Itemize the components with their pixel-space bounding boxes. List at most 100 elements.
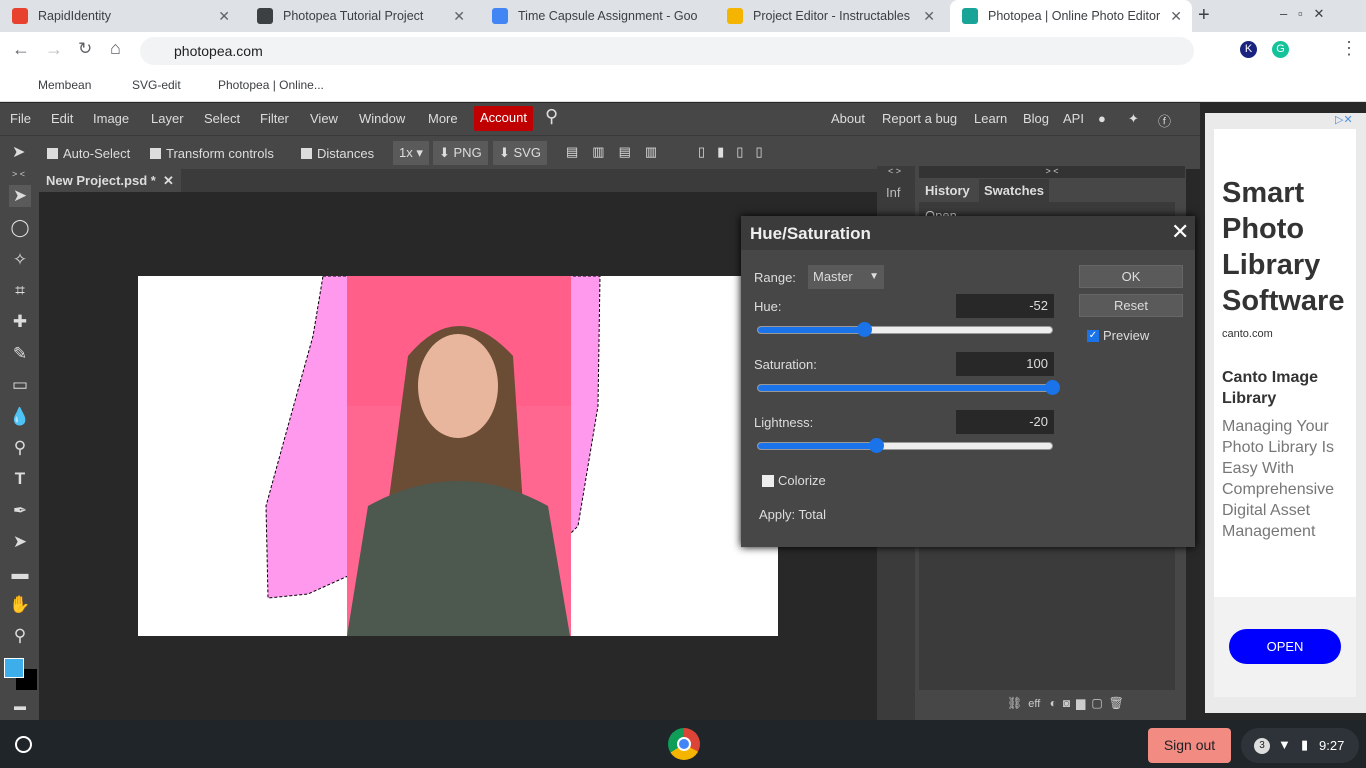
launcher-icon[interactable] <box>15 736 32 753</box>
path-select-icon[interactable]: ➤ <box>9 531 31 553</box>
menu-learn[interactable]: Learn <box>974 111 1007 126</box>
search-icon[interactable]: ⚲ <box>545 106 558 127</box>
sign-out-button[interactable]: Sign out <box>1148 728 1231 763</box>
colorize-checkbox[interactable] <box>762 475 774 487</box>
rectangle-tool-icon[interactable]: ▬ <box>9 563 31 585</box>
url-bar[interactable]: photopea.com <box>140 37 1194 65</box>
label: PNG <box>453 145 482 160</box>
menu-blog[interactable]: Blog <box>1023 111 1049 126</box>
ad-open-button[interactable]: OPEN <box>1229 629 1341 664</box>
expand-toggle[interactable]: < > <box>888 166 901 176</box>
distribute-icons[interactable]: ▯▮▯▯ <box>698 144 775 160</box>
canvas-image[interactable] <box>138 276 778 636</box>
quick-mask-icon[interactable]: ▬ <box>9 695 31 717</box>
extension-k-icon[interactable]: K <box>1240 41 1257 58</box>
transform-controls-checkbox[interactable]: Transform controls <box>150 146 274 161</box>
pen-tool-icon[interactable]: ✒ <box>9 500 31 522</box>
align-icons[interactable]: ▤▥▤▥ <box>566 144 671 160</box>
preview-label: Preview <box>1103 328 1150 343</box>
menu-image[interactable]: Image <box>93 111 129 126</box>
lightness-slider[interactable] <box>757 438 1053 453</box>
browser-tab[interactable]: Time Capsule Assignment - Goo <box>480 0 710 32</box>
menu-select[interactable]: Select <box>204 111 240 126</box>
battery-icon: ▮ <box>1301 737 1309 752</box>
lightness-input[interactable]: -20 <box>956 410 1054 434</box>
brush-tool-icon[interactable]: ✎ <box>9 343 31 365</box>
menu-view[interactable]: View <box>310 111 338 126</box>
browser-tab-active[interactable]: Photopea | Online Photo Editor ✕ <box>950 0 1192 32</box>
bookmark-membean[interactable]: Membean <box>38 78 91 92</box>
ad-domain[interactable]: canto.com <box>1222 328 1273 340</box>
menu-about[interactable]: About <box>831 111 865 126</box>
foreground-color-swatch[interactable] <box>4 658 24 678</box>
forward-icon[interactable]: → <box>45 39 63 60</box>
menu-window[interactable]: Window <box>359 111 405 126</box>
move-tool-icon[interactable]: ➤ <box>9 185 31 207</box>
menu-file[interactable]: File <box>10 111 31 126</box>
ok-button[interactable]: OK <box>1079 265 1183 288</box>
reset-button[interactable]: Reset <box>1079 294 1183 317</box>
zoom-tool-icon[interactable]: ⚲ <box>9 625 31 647</box>
saturation-slider[interactable] <box>757 380 1060 395</box>
new-tab-icon[interactable]: + <box>1198 4 1210 27</box>
browser-menu-icon[interactable]: ⋮ <box>1340 38 1358 59</box>
adchoices-icon[interactable]: ▷✕ <box>1335 113 1353 126</box>
gradient-tool-icon[interactable]: ▭ <box>9 374 31 396</box>
crop-tool-icon[interactable]: ⌗ <box>9 280 31 302</box>
window-controls[interactable]: – ▫ ✕ <box>1280 6 1324 22</box>
status-tray[interactable]: 3 ▼ ▮ 9:27 <box>1241 728 1359 763</box>
menu-more[interactable]: More <box>428 111 458 126</box>
menu-filter[interactable]: Filter <box>260 111 289 126</box>
magic-wand-icon[interactable]: ✧ <box>9 249 31 271</box>
back-icon[interactable]: ← <box>12 39 30 60</box>
scale-dropdown[interactable]: 1x ▾ <box>393 141 429 165</box>
close-tab-icon[interactable]: ✕ <box>218 8 230 25</box>
blur-tool-icon[interactable]: 💧 <box>9 406 31 428</box>
reload-icon[interactable]: ↻ <box>78 39 92 59</box>
facebook-icon[interactable]: ⓕ <box>1158 111 1171 130</box>
grammarly-icon[interactable]: G <box>1272 41 1289 58</box>
close-tab-icon[interactable]: ✕ <box>923 8 935 25</box>
preview-checkbox[interactable]: ✓ <box>1087 330 1099 342</box>
info-panel-button[interactable]: Inf <box>886 185 900 200</box>
twitter-icon[interactable]: ✦ <box>1128 111 1139 127</box>
browser-tab[interactable]: Photopea Tutorial Project ✕ <box>245 0 475 32</box>
document-tab[interactable]: New Project.psd * ✕ <box>39 169 181 192</box>
distances-checkbox[interactable]: Distances <box>301 146 374 161</box>
range-dropdown[interactable]: Master ▼ <box>808 265 884 289</box>
hue-saturation-dialog: Hue/Saturation ✕ Range: Master ▼ Hue: -52… <box>741 216 1195 547</box>
export-png-button[interactable]: ⬇ PNG <box>433 141 488 165</box>
auto-select-checkbox[interactable]: Auto-Select <box>47 146 130 161</box>
tab-history[interactable]: History <box>920 179 975 202</box>
hand-tool-icon[interactable]: ✋ <box>9 594 31 616</box>
advertisement[interactable]: ▷✕ Smart Photo Library Software canto.co… <box>1205 113 1366 713</box>
dodge-tool-icon[interactable]: ⚲ <box>9 437 31 459</box>
layer-footer-icons[interactable]: ⛓eff ◐◙▆▢🗑 <box>1007 696 1130 710</box>
hue-input[interactable]: -52 <box>956 294 1054 318</box>
text-tool-icon[interactable]: T <box>9 468 31 490</box>
menu-layer[interactable]: Layer <box>151 111 184 126</box>
healing-tool-icon[interactable]: ✚ <box>9 311 31 333</box>
bookmark-svg-edit[interactable]: SVG-edit <box>132 78 181 92</box>
chrome-icon[interactable] <box>668 728 700 760</box>
close-tab-icon[interactable]: ✕ <box>453 8 465 25</box>
bookmark-photopea[interactable]: Photopea | Online... <box>218 78 324 92</box>
rapididentity-icon <box>12 8 28 24</box>
close-icon[interactable]: ✕ <box>1171 219 1189 245</box>
menu-edit[interactable]: Edit <box>51 111 73 126</box>
menu-api[interactable]: API <box>1063 111 1084 126</box>
close-tab-icon[interactable]: ✕ <box>1170 8 1182 25</box>
export-svg-button[interactable]: ⬇ SVG <box>493 141 547 165</box>
tab-swatches[interactable]: Swatches <box>979 179 1049 202</box>
tab-title: Project Editor - Instructables <box>753 9 911 23</box>
browser-tab[interactable]: Project Editor - Instructables ✕ <box>715 0 945 32</box>
browser-tab[interactable]: RapidIdentity ✕ <box>0 0 240 32</box>
menu-report-bug[interactable]: Report a bug <box>882 111 957 126</box>
home-icon[interactable]: ⌂ <box>110 38 121 59</box>
hue-slider[interactable] <box>757 322 1053 337</box>
account-button[interactable]: Account <box>474 106 533 131</box>
collapse-toggle[interactable]: > < <box>919 166 1185 178</box>
lasso-tool-icon[interactable]: ◯ <box>9 217 31 239</box>
reddit-icon[interactable]: ● <box>1098 111 1106 126</box>
saturation-input[interactable]: 100 <box>956 352 1054 376</box>
